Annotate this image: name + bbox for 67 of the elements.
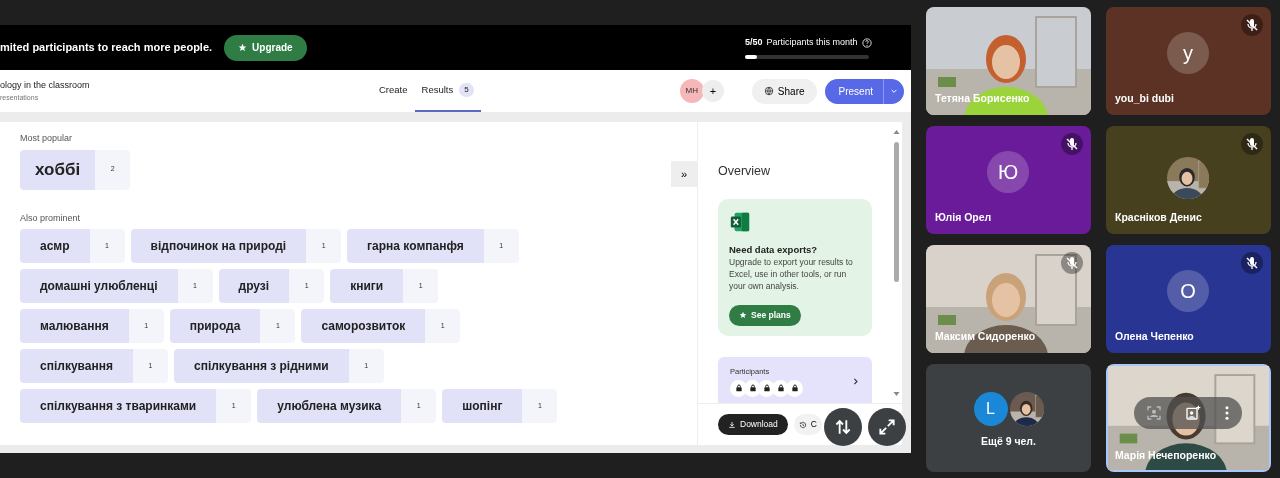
- count-badge: 5: [459, 83, 474, 97]
- globe-icon: [763, 86, 774, 96]
- word-label: спілкування з рідними: [173, 349, 349, 383]
- participant-count-label: Participants this month: [766, 36, 858, 50]
- word-label: друзі: [218, 269, 290, 303]
- present-button[interactable]: Present: [824, 78, 904, 104]
- star-icon: [238, 43, 248, 52]
- tab[interactable]: Create: [372, 70, 415, 112]
- avatar: L: [973, 392, 1008, 426]
- panel-title: Overview: [718, 163, 772, 180]
- lock-icon: [772, 379, 789, 397]
- word-label: улюблена музика: [257, 389, 402, 423]
- history-icon: [798, 420, 807, 429]
- participant-name: Максим Сидоренко: [935, 329, 1036, 345]
- help-icon[interactable]: [861, 38, 872, 48]
- participant-name: Тетяна Борисенко: [935, 91, 1030, 107]
- spreadsheet-icon: [729, 210, 751, 233]
- participant-name: Красніков Денис: [1115, 210, 1202, 226]
- word-label: відпочинок на природі: [130, 229, 307, 263]
- word-label: асмр: [20, 229, 90, 263]
- upgrade-button[interactable]: Upgrade: [224, 34, 307, 61]
- lock-icon: [758, 379, 775, 397]
- participant-name: Олена Чепенко: [1115, 329, 1194, 345]
- tab[interactable]: Results 5: [414, 70, 481, 112]
- word-label: гарна компанфя: [347, 229, 484, 263]
- see-plans-button[interactable]: See plans: [729, 304, 801, 326]
- download-icon: [728, 420, 736, 429]
- word-label: саморозвиток: [301, 309, 426, 343]
- more-options-icon[interactable]: [1224, 405, 1231, 421]
- promo-text: Upgrade to export your results to Excel, use in other tools, or run your own analysis.: [729, 257, 854, 293]
- expand-icon: [877, 417, 897, 437]
- chevron-down-icon: [890, 87, 898, 95]
- participant-count: 5/50: [745, 36, 763, 50]
- word-label: малювання: [20, 309, 129, 343]
- word-label: шопінг: [442, 389, 523, 423]
- swap-arrows-icon: [833, 417, 853, 437]
- frame-person-icon[interactable]: [1145, 405, 1162, 421]
- participant-name: you_bi dubi: [1115, 91, 1174, 107]
- history-button[interactable]: C: [793, 414, 822, 435]
- add-photo-icon[interactable]: [1185, 405, 1201, 421]
- more-participants-label: Ещё 9 чел.: [980, 434, 1037, 449]
- word-label: спілкування з тваринками: [20, 389, 217, 423]
- avatar: у: [1167, 32, 1209, 74]
- star-icon: [739, 311, 747, 320]
- word-label: хоббі: [20, 149, 96, 190]
- add-button[interactable]: +: [701, 80, 724, 102]
- download-button[interactable]: Download: [718, 414, 788, 435]
- presentation-title: ology in the classroom: [0, 79, 90, 92]
- section-label: Most popular: [20, 132, 74, 145]
- word-label: природа: [169, 309, 261, 343]
- lock-icon: [730, 379, 747, 397]
- word-label: домашні улюбленці: [20, 269, 178, 303]
- banner-text: mited participants to reach more people.: [0, 40, 213, 56]
- collapse-button[interactable]: »: [671, 161, 697, 187]
- participant-name: Юлія Орел: [935, 210, 992, 226]
- scrollbar[interactable]: [893, 128, 900, 398]
- chevron-right-icon: [851, 376, 860, 386]
- avatar: Ю: [987, 151, 1029, 193]
- promo-title: Need data exports?: [729, 242, 819, 257]
- share-button[interactable]: Share: [751, 78, 817, 104]
- lock-icon: [744, 379, 761, 397]
- avatar: О: [1167, 270, 1209, 312]
- lock-icon: [786, 379, 803, 397]
- user-avatar[interactable]: MH: [679, 79, 704, 103]
- word-label: спілкування: [20, 349, 133, 383]
- word-label: книги: [330, 269, 404, 303]
- section-label: Also prominent: [20, 211, 82, 225]
